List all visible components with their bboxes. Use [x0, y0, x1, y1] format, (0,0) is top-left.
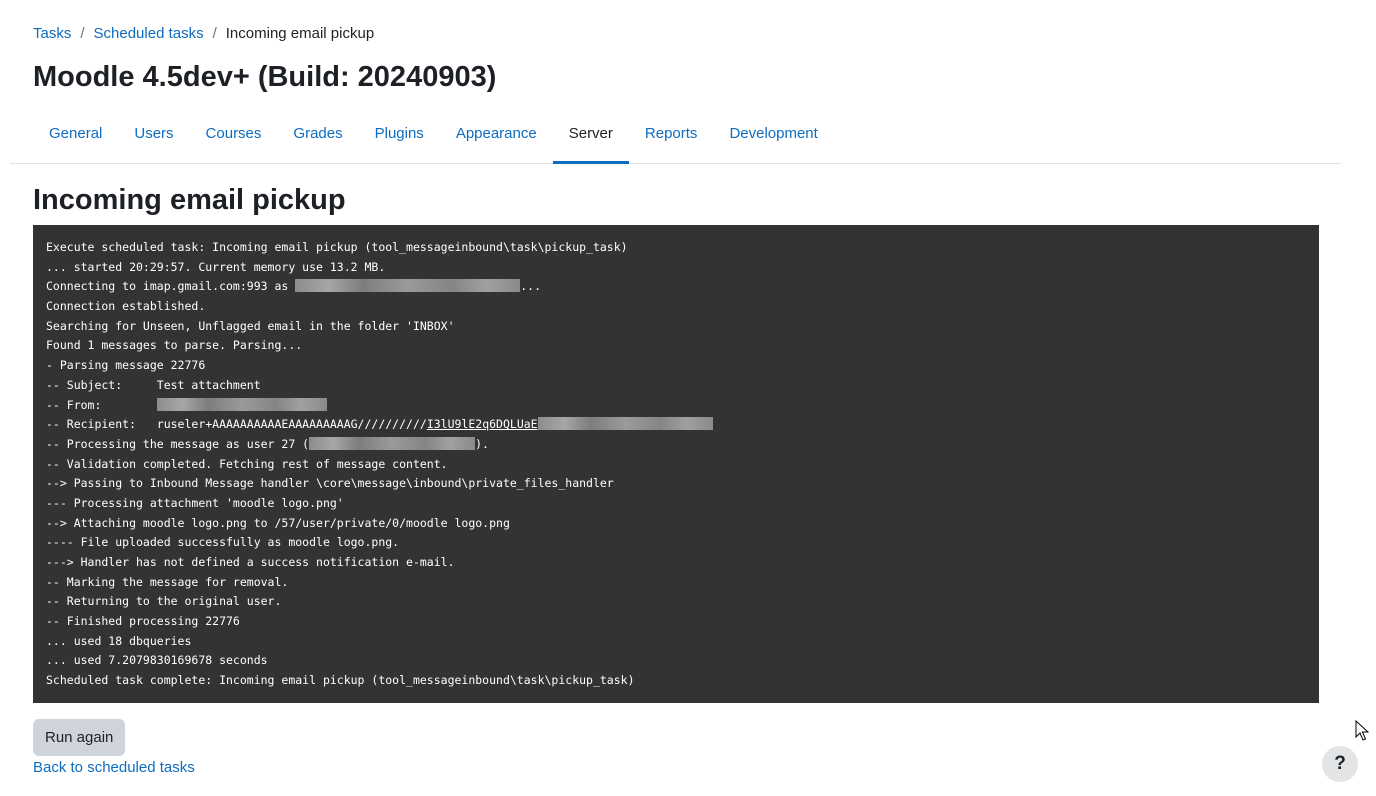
tab-users[interactable]: Users	[118, 112, 189, 164]
redacted-email	[295, 279, 521, 293]
console-text: Connecting to imap.gmail.com:993 as	[46, 279, 296, 294]
tab-server[interactable]: Server	[552, 112, 629, 164]
console-text: ).	[475, 436, 489, 451]
console-line: ... started 20:29:57. Current memory use…	[46, 259, 386, 274]
console-line: Found 1 messages to parse. Parsing...	[46, 338, 303, 353]
console-line: Connecting to imap.gmail.com:993 as ...	[46, 277, 1306, 297]
breadcrumb: Tasks / Scheduled tasks / Incoming email…	[33, 24, 374, 44]
console-line: --> Attaching moodle logo.png to /57/use…	[46, 515, 510, 530]
recipient-link: I3lU9lE2q6DQLUaE	[426, 417, 538, 432]
back-to-scheduled-tasks-link[interactable]: Back to scheduled tasks	[33, 758, 195, 778]
task-output-console: Execute scheduled task: Incoming email p…	[33, 225, 1319, 703]
breadcrumb-current: Incoming email pickup	[225, 25, 375, 42]
console-line: ---- File uploaded successfully as moodl…	[46, 535, 400, 550]
tab-appearance[interactable]: Appearance	[440, 112, 553, 164]
console-text: ...	[520, 279, 542, 294]
console-line: -- Marking the message for removal.	[46, 574, 289, 589]
breadcrumb-tasks[interactable]: Tasks	[33, 24, 71, 44]
console-line: Scheduled task complete: Incoming email …	[46, 673, 635, 688]
site-title: Moodle 4.5dev+ (Build: 20240903)	[33, 61, 497, 93]
console-line: ... used 7.2079830169678 seconds	[46, 653, 268, 668]
tab-plugins[interactable]: Plugins	[359, 112, 440, 164]
console-line: -- Subject: Test attachment	[46, 377, 261, 392]
admin-tabs: General Users Courses Grades Plugins App…	[10, 112, 1341, 164]
breadcrumb-separator: /	[212, 25, 217, 42]
help-button[interactable]: ?	[1322, 746, 1358, 782]
page-heading: Incoming email pickup	[33, 184, 346, 216]
tab-development[interactable]: Development	[713, 112, 833, 164]
console-line: Execute scheduled task: Incoming email p…	[46, 240, 628, 254]
run-again-button[interactable]: Run again	[33, 719, 126, 756]
console-line: ... used 18 dbqueries	[46, 633, 192, 648]
redacted-user	[309, 436, 476, 450]
console-line: -- Returning to the original user.	[46, 594, 282, 609]
console-line: -- From:	[46, 396, 1306, 416]
redacted-sender	[156, 397, 327, 411]
mouse-cursor-icon	[1355, 720, 1369, 741]
tab-courses[interactable]: Courses	[190, 112, 278, 164]
console-text: -- Recipient: ruseler+AAAAAAAAAAEAAAAAAA…	[46, 417, 427, 432]
console-text: -- Processing the message as user 27 (	[46, 436, 310, 451]
console-line: -- Recipient: ruseler+AAAAAAAAAAEAAAAAAA…	[46, 415, 1306, 435]
console-line: - Parsing message 22776	[46, 358, 206, 373]
console-text: -- From:	[46, 397, 157, 412]
console-line: --- Processing attachment 'moodle logo.p…	[46, 495, 344, 510]
console-line: -- Processing the message as user 27 ().	[46, 435, 1306, 455]
breadcrumb-scheduled-tasks[interactable]: Scheduled tasks	[94, 24, 204, 44]
console-line: ---> Handler has not defined a success n…	[46, 555, 455, 569]
console-line: --> Passing to Inbound Message handler \…	[46, 476, 614, 491]
question-icon: ?	[1334, 753, 1346, 774]
tab-general[interactable]: General	[33, 112, 118, 164]
page: Tasks / Scheduled tasks / Incoming email…	[0, 0, 1376, 796]
tab-reports[interactable]: Reports	[629, 112, 714, 164]
console-line: -- Validation completed. Fetching rest o…	[46, 456, 448, 471]
console-line: Connection established.	[46, 299, 206, 314]
redacted-recipient	[537, 417, 713, 431]
breadcrumb-separator: /	[80, 25, 85, 42]
tab-grades[interactable]: Grades	[277, 112, 358, 164]
console-line: Searching for Unseen, Unflagged email in…	[46, 318, 455, 333]
console-line: -- Finished processing 22776	[46, 614, 240, 629]
